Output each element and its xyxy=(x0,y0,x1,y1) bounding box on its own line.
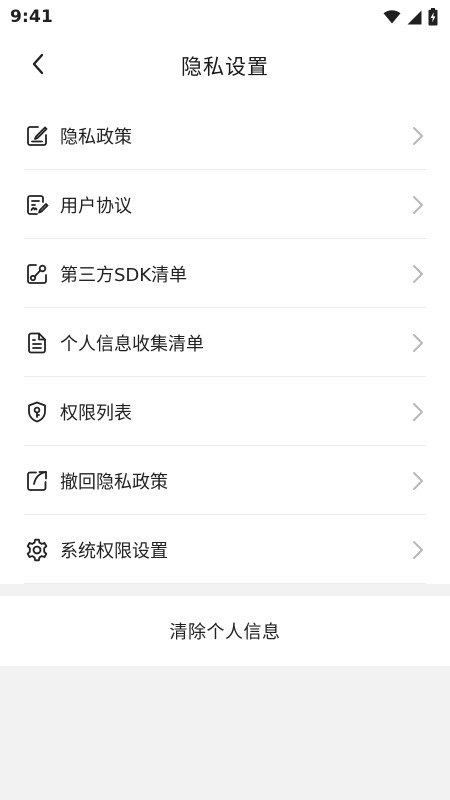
settings-menu-list: 隐私政策 用户协议 第三方SDK清单 个人信息收集清单 权限列表 撤回隐私政策 … xyxy=(0,98,450,584)
chevron-right-icon xyxy=(410,471,426,491)
menu-item-privacy-policy[interactable]: 隐私政策 xyxy=(0,101,450,170)
menu-item-revoke-privacy-policy[interactable]: 撤回隐私政策 xyxy=(0,446,450,515)
menu-item-permission-list[interactable]: 权限列表 xyxy=(0,377,450,446)
menu-item-user-agreement[interactable]: 用户协议 xyxy=(0,170,450,239)
chevron-right-icon xyxy=(410,333,426,353)
privacy-settings-screen: 9:41 隐私设置 隐私政策 用户协议 第三方SDK清单 个人信息收集清单 权限… xyxy=(0,0,450,800)
wifi-icon xyxy=(383,10,401,24)
gear-icon xyxy=(24,537,50,563)
clear-personal-info-button[interactable]: 清除个人信息 xyxy=(0,596,450,666)
status-bar: 9:41 xyxy=(0,0,450,34)
menu-item-label: 个人信息收集清单 xyxy=(60,333,204,355)
menu-item-label: 用户协议 xyxy=(60,195,132,217)
navigation-bar: 隐私设置 xyxy=(0,34,450,98)
menu-item-label: 权限列表 xyxy=(60,402,132,424)
share-arrow-icon xyxy=(24,468,50,494)
share-nodes-icon xyxy=(24,261,50,287)
signed-document-icon xyxy=(24,192,50,218)
signal-icon xyxy=(407,10,422,25)
back-button[interactable] xyxy=(22,50,54,82)
file-list-icon xyxy=(24,330,50,356)
chevron-right-icon xyxy=(410,540,426,560)
menu-item-personal-info-list[interactable]: 个人信息收集清单 xyxy=(0,308,450,377)
menu-item-label: 第三方SDK清单 xyxy=(60,264,188,286)
chevron-right-icon xyxy=(410,126,426,146)
battery-charging-icon xyxy=(428,8,438,26)
shield-key-icon xyxy=(24,399,50,425)
top-area: 9:41 隐私设置 xyxy=(0,0,450,98)
chevron-left-icon xyxy=(30,52,46,80)
chevron-right-icon xyxy=(410,264,426,284)
chevron-right-icon xyxy=(410,195,426,215)
menu-item-third-party-sdk[interactable]: 第三方SDK清单 xyxy=(0,239,450,308)
document-pen-icon xyxy=(24,123,50,149)
status-icons xyxy=(383,8,438,26)
menu-item-label: 撤回隐私政策 xyxy=(60,471,168,493)
status-time: 9:41 xyxy=(10,7,54,27)
menu-item-label: 隐私政策 xyxy=(60,126,132,148)
menu-item-system-permission-settings[interactable]: 系统权限设置 xyxy=(0,515,450,584)
clear-personal-info-label: 清除个人信息 xyxy=(169,622,281,643)
chevron-right-icon xyxy=(410,402,426,422)
menu-item-label: 系统权限设置 xyxy=(60,540,168,562)
page-title: 隐私设置 xyxy=(181,55,269,79)
section-gap xyxy=(0,584,450,596)
